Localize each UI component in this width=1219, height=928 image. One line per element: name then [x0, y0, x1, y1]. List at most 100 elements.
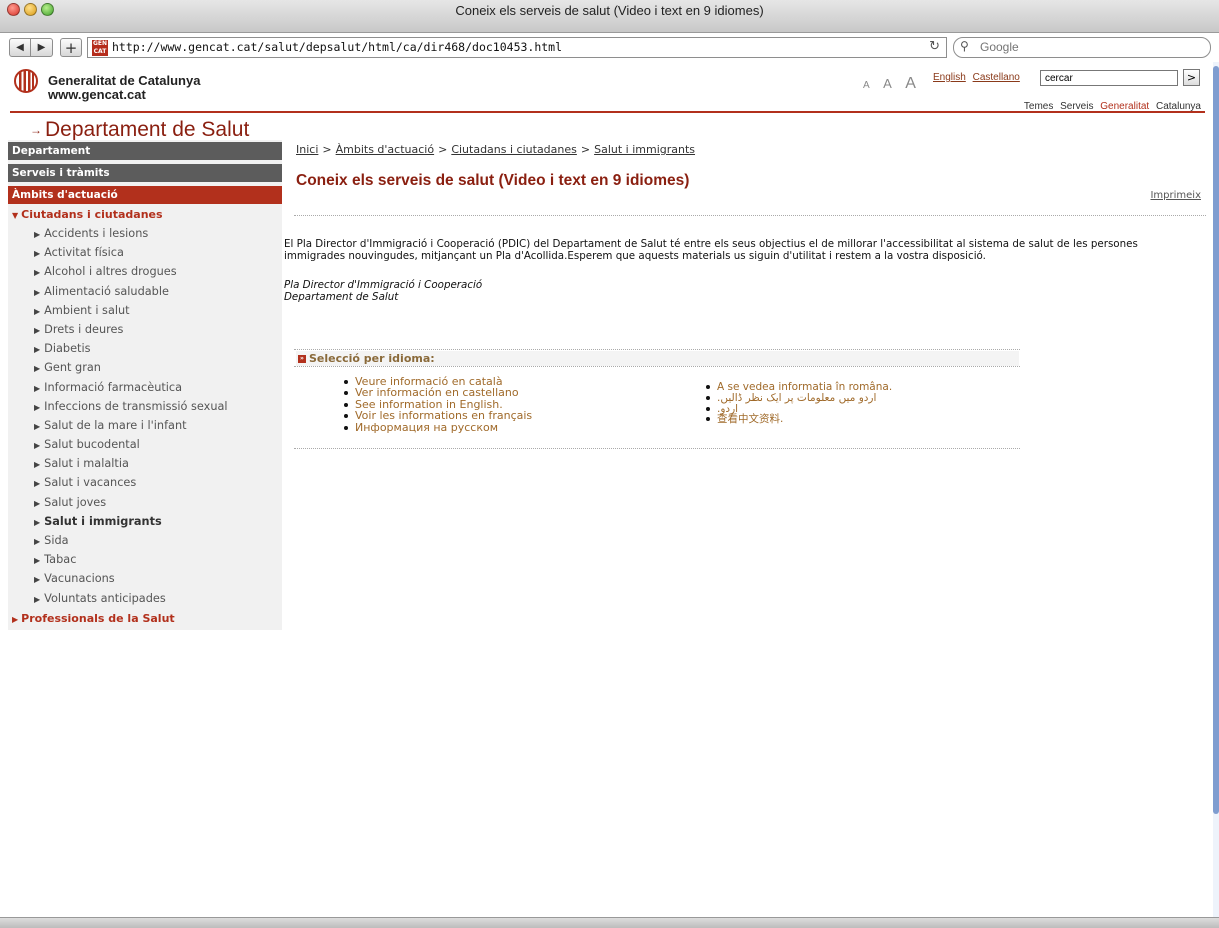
reload-icon[interactable]: ↻ [929, 39, 940, 54]
address-bar[interactable]: GEN CAT http://www.gencat.cat/salut/depsa… [87, 37, 947, 58]
sidebar-item-label: Salut de la mare i l'infant [44, 418, 187, 432]
sidebar-section-ciutadans[interactable]: ▼ Ciutadans i ciutadanes [12, 208, 163, 221]
triangle-right-icon: ▶ [34, 268, 41, 278]
sidebar-item-ambits[interactable]: Àmbits d'actuació [8, 186, 282, 204]
sidebar-item[interactable]: ▶ Gent gran [34, 361, 228, 380]
triangle-right-icon: ▶ [34, 460, 41, 470]
sidebar-item[interactable]: ▶ Alimentació saludable [34, 285, 228, 304]
triangle-right-icon: ▶ [34, 537, 41, 546]
sidebar-item[interactable]: ▶ Informació farmacèutica [34, 381, 228, 400]
title-bar: Coneix els serveis de salut (Video i tex… [0, 0, 1219, 33]
triangle-right-icon: ▶ [34, 441, 41, 451]
castellano-link[interactable]: Castellano [973, 72, 1020, 83]
bullet-icon [706, 417, 710, 422]
sidebar-item[interactable]: ▶ Tabac [34, 553, 228, 572]
sidebar-item-label: Alimentació saludable [44, 284, 169, 298]
department-title[interactable]: → Departament de Salut [30, 118, 249, 142]
forward-button[interactable]: ▶ [31, 38, 53, 57]
sidebar: Departament Serveis i tràmits Àmbits d'a… [8, 140, 282, 630]
language-link[interactable]: 查看中文资料. [706, 414, 892, 425]
bullet-icon [344, 425, 348, 430]
sidebar-item-label: Diabetis [44, 342, 91, 356]
sidebar-item[interactable]: ▶ Vacunacions [34, 572, 228, 591]
sidebar-item[interactable]: ▶ Activitat física [34, 246, 228, 265]
scrollbar-thumb[interactable] [1213, 66, 1219, 814]
org-url[interactable]: www.gencat.cat [48, 87, 146, 102]
font-size-medium-button[interactable]: A [883, 76, 892, 91]
sidebar-item[interactable]: ▶ Salut de la mare i l'infant [34, 419, 228, 438]
sidebar-item-label: Gent gran [44, 361, 101, 375]
language-link-label: 查看中文资料. [717, 413, 784, 426]
triangle-right-icon: ▶ [34, 345, 41, 355]
divider [294, 215, 1206, 216]
sidebar-item[interactable]: ▶ Drets i deures [34, 323, 228, 342]
org-name: Generalitat de Catalunya [48, 73, 201, 88]
font-size-small-button[interactable]: A [863, 80, 870, 91]
header-divider [10, 111, 1205, 113]
breadcrumb-link[interactable]: Salut i immigrants [594, 143, 695, 156]
breadcrumb-separator: > [580, 143, 591, 156]
print-link[interactable]: Imprimeix [1150, 190, 1201, 201]
sidebar-item[interactable]: ▶ Salut bucodental [34, 438, 228, 457]
divider [294, 349, 1020, 350]
department-title-text: Departament de Salut [45, 118, 250, 141]
search-go-button[interactable]: > [1183, 69, 1200, 86]
language-links: English Castellano [933, 72, 1024, 83]
site-favicon-icon: GEN CAT [92, 40, 108, 56]
sidebar-item-label: Drets i deures [44, 322, 124, 336]
sidebar-item[interactable]: ▶ Salut joves [34, 496, 228, 515]
breadcrumb-link[interactable]: Ciutadans i ciutadanes [451, 143, 577, 156]
triangle-right-icon: ▶ [34, 230, 41, 239]
triangle-right-icon: ▶ [34, 594, 41, 604]
url-text[interactable]: http://www.gencat.cat/salut/depsalut/htm… [112, 40, 562, 54]
intro-paragraph: El Pla Director d'Immigració i Cooperaci… [284, 238, 1138, 262]
triangle-right-icon: ▶ [34, 575, 41, 585]
bullet-arrow-icon: » [298, 355, 306, 363]
sidebar-item-label: Tabac [44, 553, 77, 567]
breadcrumb-link[interactable]: Inici [296, 143, 318, 156]
bullet-icon [344, 391, 348, 396]
bullet-icon [344, 402, 348, 407]
sidebar-item[interactable]: ▶ Alcohol i altres drogues [34, 265, 228, 284]
triangle-right-icon: ▶ [34, 517, 41, 527]
sidebar-item[interactable]: ▶ Sida [34, 534, 228, 553]
triangle-right-icon: ▶ [34, 498, 41, 508]
sidebar-item-current[interactable]: ▶ Salut i immigrants [34, 515, 228, 534]
breadcrumb-link[interactable]: Àmbits d'actuació [336, 143, 434, 156]
sidebar-item-label: Sida [44, 534, 69, 547]
bullet-icon [344, 414, 348, 419]
signature-line-1: Pla Director d'Immigració i Cooperació [284, 279, 483, 291]
breadcrumb: Inici > Àmbits d'actuació > Ciutadans i ciut… [296, 143, 695, 156]
language-link[interactable]: Информация на русском [344, 420, 532, 434]
sidebar-section-label: Ciutadans i ciutadanes [21, 208, 163, 221]
sidebar-item-departament[interactable]: Departament [8, 142, 282, 160]
vertical-scrollbar[interactable] [1213, 62, 1219, 917]
sidebar-item[interactable]: ▶ Ambient i salut [34, 304, 228, 323]
sidebar-item-label: Alcohol i altres drogues [44, 265, 177, 279]
breadcrumb-separator: > [322, 143, 332, 156]
sidebar-item[interactable]: ▶ Voluntats anticipades [34, 592, 228, 611]
site-search-input[interactable] [1040, 70, 1178, 86]
google-search-input[interactable] [980, 40, 1200, 54]
english-link[interactable]: English [933, 72, 966, 83]
sidebar-item-label: Informació farmacèutica [44, 380, 183, 394]
triangle-right-icon: ▶ [34, 249, 41, 259]
breadcrumb-separator: > [438, 143, 448, 156]
back-button[interactable]: ◀ [9, 38, 31, 57]
generalitat-logo-icon [14, 69, 38, 93]
add-bookmark-button[interactable]: + [60, 38, 82, 57]
sidebar-item[interactable]: ▶ Salut i malaltia [34, 457, 228, 476]
font-size-large-button[interactable]: A [905, 75, 916, 92]
triangle-right-icon: ▶ [34, 383, 41, 393]
sidebar-item[interactable]: ▶ Salut i vacances [34, 476, 228, 495]
language-link-label: Информация на русском [355, 420, 499, 434]
sidebar-item[interactable]: ▶ Accidents i lesions [34, 227, 228, 246]
sidebar-item[interactable]: ▶ Diabetis [34, 342, 228, 361]
sidebar-item[interactable]: ▶ Infeccions de transmissió sexual [34, 400, 228, 419]
bullet-icon [706, 385, 710, 389]
google-search-box[interactable]: ⚲ [953, 37, 1211, 58]
page-title: Coneix els serveis de salut (Video i tex… [296, 172, 690, 189]
sidebar-item-label: Salut i immigrants [44, 514, 162, 528]
sidebar-item-professionals[interactable]: ▶ Professionals de la Salut [12, 612, 175, 625]
sidebar-item-serveis[interactable]: Serveis i tràmits [8, 164, 282, 182]
